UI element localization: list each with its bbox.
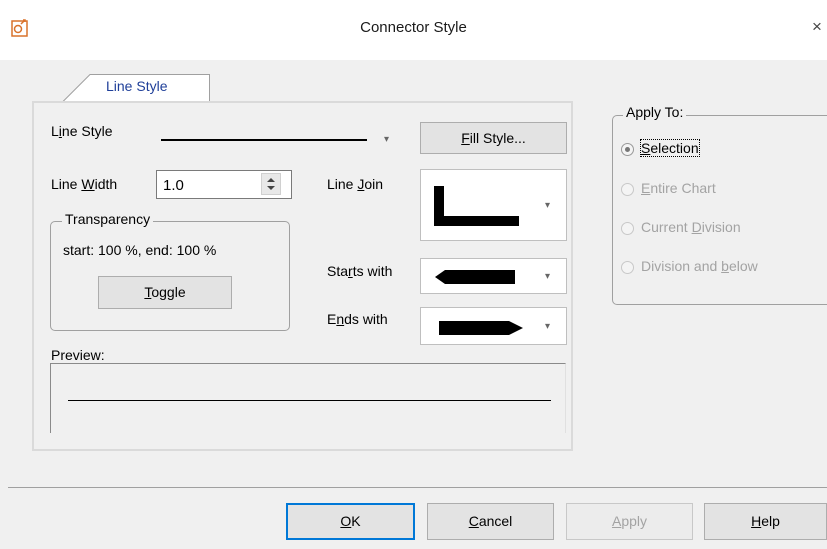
line-join-sample bbox=[434, 186, 519, 226]
apply-to-legend: Apply To: bbox=[623, 104, 687, 120]
ends-with-label: Ends with bbox=[327, 311, 388, 327]
radio-entire-chart-label[interactable]: Entire Chart bbox=[641, 180, 716, 196]
starts-with-label: Starts with bbox=[327, 263, 393, 279]
line-width-label: Line Width bbox=[51, 176, 118, 192]
close-icon[interactable]: × bbox=[812, 17, 822, 37]
line-style-dropdown[interactable]: ▾ bbox=[156, 124, 408, 156]
radio-current-division[interactable] bbox=[621, 222, 634, 235]
ok-button[interactable]: OK bbox=[286, 503, 415, 540]
toggle-button[interactable]: Toggle bbox=[98, 276, 232, 309]
fill-style-button[interactable]: Fill Style... bbox=[420, 122, 567, 154]
chevron-down-icon: ▾ bbox=[545, 271, 551, 282]
preview-label: Preview: bbox=[51, 347, 105, 363]
line-join-dropdown[interactable]: ▾ bbox=[420, 169, 567, 241]
radio-selection-label[interactable]: Selection bbox=[640, 139, 700, 157]
chevron-down-icon: ▾ bbox=[384, 134, 390, 145]
footer-separator bbox=[8, 487, 827, 488]
line-join-label: Line Join bbox=[327, 176, 384, 192]
window-title: Connector Style bbox=[360, 19, 467, 36]
radio-selection[interactable] bbox=[621, 143, 634, 156]
radio-division-and-below-label[interactable]: Division and below bbox=[641, 258, 758, 274]
radio-current-division-label[interactable]: Current Division bbox=[641, 219, 741, 235]
preview-box bbox=[50, 363, 566, 433]
radio-entire-chart[interactable] bbox=[621, 183, 634, 196]
preview-line bbox=[68, 400, 551, 401]
line-width-value: 1.0 bbox=[163, 177, 184, 194]
radio-division-and-below[interactable] bbox=[621, 261, 634, 274]
apply-button[interactable]: Apply bbox=[566, 503, 693, 540]
spin-buttons[interactable] bbox=[261, 173, 281, 195]
transparency-legend: Transparency bbox=[62, 211, 154, 227]
starts-with-dropdown[interactable]: ▾ bbox=[420, 258, 567, 294]
help-button[interactable]: Help bbox=[704, 503, 827, 540]
line-style-label: Line Style bbox=[51, 123, 113, 139]
line-style-sample bbox=[161, 139, 367, 141]
chevron-down-icon: ▾ bbox=[545, 321, 551, 332]
ends-with-dropdown[interactable]: ▾ bbox=[420, 307, 567, 345]
spin-up-down-icon bbox=[267, 178, 275, 190]
transparency-text: start: 100 %, end: 100 % bbox=[63, 242, 217, 258]
line-width-spinner[interactable]: 1.0 bbox=[156, 170, 292, 199]
line-start-sample bbox=[435, 270, 515, 284]
tab-line-style-label: Line Style bbox=[106, 78, 168, 94]
cancel-button[interactable]: Cancel bbox=[427, 503, 554, 540]
chevron-down-icon: ▾ bbox=[545, 200, 551, 211]
line-end-sample bbox=[439, 321, 523, 335]
